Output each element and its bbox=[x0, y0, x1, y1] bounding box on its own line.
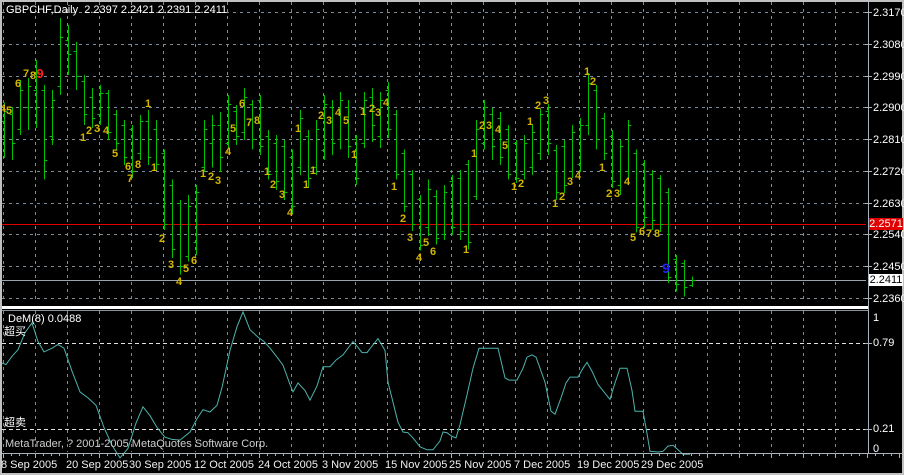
price-tick-label: 2.2540 bbox=[873, 228, 904, 241]
panel-separator[interactable] bbox=[0, 306, 868, 309]
indicator-name: DeM(8) bbox=[8, 313, 45, 325]
indicator-axis-label: 0.21 bbox=[873, 423, 895, 435]
last-price-badge: 2.2411 bbox=[869, 274, 903, 286]
price-tick-label: 2.2810 bbox=[873, 133, 904, 146]
date-tick-label: 24 Oct 2005 bbox=[258, 459, 318, 471]
indicator-panel-area[interactable] bbox=[0, 311, 868, 453]
date-tick-label: 25 Nov 2005 bbox=[449, 459, 512, 471]
price-tick-label: 2.3170 bbox=[873, 6, 904, 19]
price-tick-label: 2.2450 bbox=[873, 260, 904, 273]
price-tick-label: 2.2720 bbox=[873, 165, 904, 178]
date-tick-label: 8 Sep 2005 bbox=[1, 459, 58, 471]
date-tick-label: 3 Nov 2005 bbox=[322, 459, 379, 471]
main-chart-area[interactable] bbox=[0, 0, 868, 306]
indicator-value: 0.0488 bbox=[47, 313, 82, 325]
indicator-axis-label: 0 bbox=[873, 443, 880, 455]
chart-title: GBPCHF,Daily 2.2397 2.2421 2.2391 2.2411 bbox=[6, 4, 228, 16]
oversold-label: 超卖 bbox=[4, 417, 26, 429]
date-tick-label: 7 Dec 2005 bbox=[514, 459, 571, 471]
price-tick-label: 2.2630 bbox=[873, 197, 904, 210]
indicator-axis-label: 0.79 bbox=[873, 337, 895, 349]
overbought-label: 超买 bbox=[4, 326, 26, 338]
date-tick-label: 12 Oct 2005 bbox=[194, 459, 254, 471]
price-tick-label: 2.3080 bbox=[873, 38, 904, 51]
date-tick-label: 20 Sep 2005 bbox=[66, 459, 129, 471]
indicator-axis-label: 1 bbox=[873, 312, 880, 324]
date-tick-label: 29 Dec 2005 bbox=[641, 459, 704, 471]
chart-window: 4567891234567811234561234567812341112345… bbox=[0, 0, 904, 475]
indicator-label: DeM(8) 0.0488 bbox=[8, 313, 81, 325]
date-tick-label: 30 Sep 2005 bbox=[129, 459, 192, 471]
price-tick-label: 2.2990 bbox=[873, 70, 904, 83]
copyright-text: MetaTrader, ? 2001-2005 MetaQuotes Softw… bbox=[5, 438, 269, 450]
price-tick-label: 2.2360 bbox=[873, 292, 904, 305]
price-tick-label: 2.2900 bbox=[873, 101, 904, 114]
date-tick-label: 19 Dec 2005 bbox=[577, 459, 640, 471]
date-tick-label: 15 Nov 2005 bbox=[385, 459, 448, 471]
